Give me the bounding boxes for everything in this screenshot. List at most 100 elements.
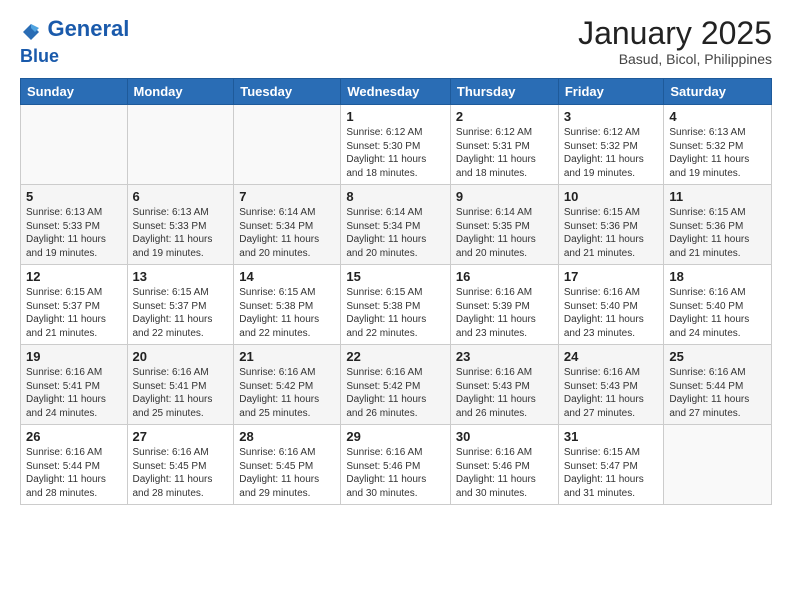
day-info: Sunrise: 6:15 AMSunset: 5:36 PMDaylight:… — [669, 206, 766, 260]
calendar-week-row: 26Sunrise: 6:16 AMSunset: 5:44 PMDayligh… — [21, 425, 772, 505]
day-info: Sunrise: 6:16 AMSunset: 5:46 PMDaylight:… — [456, 446, 553, 500]
header-tuesday: Tuesday — [234, 79, 341, 105]
table-row: 12 Sunrise: 6:15 AMSunset: 5:37 PMDayligh… — [21, 265, 128, 345]
day-info: Sunrise: 6:14 AMSunset: 5:35 PMDaylight:… — [456, 206, 553, 260]
day-info: Sunrise: 6:16 AMSunset: 5:42 PMDaylight:… — [346, 366, 445, 420]
table-row: 6Sunrise: 6:13 AMSunset: 5:33 PMDaylight… — [127, 185, 234, 265]
day-info: Sunrise: 6:16 AMSunset: 5:39 PMDaylight:… — [456, 286, 553, 340]
header-sunday: Sunday — [21, 79, 128, 105]
day-number: 25 — [669, 349, 766, 364]
day-info: Sunrise: 6:16 AMSunset: 5:42 PMDaylight:… — [239, 366, 335, 420]
day-info: Sunrise: 6:14 AMSunset: 5:34 PMDaylight:… — [346, 206, 445, 260]
day-info: Sunrise: 6:13 AMSunset: 5:33 PMDaylight:… — [26, 206, 122, 260]
day-info: Sunrise: 6:15 AMSunset: 5:38 PMDaylight:… — [346, 286, 445, 340]
table-row: 29 Sunrise: 6:16 AMSunset: 5:46 PMDayligh… — [341, 425, 451, 505]
calendar-week-row: 5 Sunrise: 6:13 AMSunset: 5:33 PMDaylight… — [21, 185, 772, 265]
day-number: 7 — [239, 189, 335, 204]
day-info: Sunrise: 6:12 AMSunset: 5:31 PMDaylight:… — [456, 126, 553, 180]
day-info: Sunrise: 6:16 AMSunset: 5:44 PMDaylight:… — [26, 446, 122, 500]
table-row: 9 Sunrise: 6:14 AMSunset: 5:35 PMDaylight… — [450, 185, 558, 265]
table-row — [127, 105, 234, 185]
day-info: Sunrise: 6:16 AMSunset: 5:45 PMDaylight:… — [239, 446, 335, 500]
day-info: Sunrise: 6:16 AMSunset: 5:40 PMDaylight:… — [564, 286, 659, 340]
day-info: Sunrise: 6:16 AMSunset: 5:41 PMDaylight:… — [26, 366, 122, 420]
table-row: 19 Sunrise: 6:16 AMSunset: 5:41 PMDayligh… — [21, 345, 128, 425]
table-row: 11Sunrise: 6:15 AMSunset: 5:36 PMDayligh… — [664, 185, 772, 265]
table-row: 28 Sunrise: 6:16 AMSunset: 5:45 PMDayligh… — [234, 425, 341, 505]
day-number: 12 — [26, 269, 122, 284]
header-wednesday: Wednesday — [341, 79, 451, 105]
day-info: Sunrise: 6:16 AMSunset: 5:45 PMDaylight:… — [133, 446, 229, 500]
day-number: 13 — [133, 269, 229, 284]
day-info: Sunrise: 6:16 AMSunset: 5:40 PMDaylight:… — [669, 286, 766, 340]
table-row: 30 Sunrise: 6:16 AMSunset: 5:46 PMDayligh… — [450, 425, 558, 505]
day-number: 17 — [564, 269, 659, 284]
logo: GeneralBlue — [20, 16, 129, 68]
header-monday: Monday — [127, 79, 234, 105]
day-number: 15 — [346, 269, 445, 284]
day-number: 21 — [239, 349, 335, 364]
day-number: 14 — [239, 269, 335, 284]
calendar-body: 1Sunrise: 6:12 AMSunset: 5:30 PMDaylight… — [21, 105, 772, 505]
header-thursday: Thursday — [450, 79, 558, 105]
table-row: 8 Sunrise: 6:14 AMSunset: 5:34 PMDaylight… — [341, 185, 451, 265]
table-row: 22 Sunrise: 6:16 AMSunset: 5:42 PMDayligh… — [341, 345, 451, 425]
day-number: 19 — [26, 349, 122, 364]
table-row: 25 Sunrise: 6:16 AMSunset: 5:44 PMDayligh… — [664, 345, 772, 425]
day-info: Sunrise: 6:15 AMSunset: 5:47 PMDaylight:… — [564, 446, 659, 500]
day-number: 4 — [669, 109, 766, 124]
day-number: 9 — [456, 189, 553, 204]
day-number: 3 — [564, 109, 659, 124]
table-row: 1Sunrise: 6:12 AMSunset: 5:30 PMDaylight… — [341, 105, 451, 185]
table-row: 24Sunrise: 6:16 AMSunset: 5:43 PMDayligh… — [558, 345, 664, 425]
table-row: 3 Sunrise: 6:12 AMSunset: 5:32 PMDaylight… — [558, 105, 664, 185]
day-info: Sunrise: 6:15 AMSunset: 5:38 PMDaylight:… — [239, 286, 335, 340]
day-info: Sunrise: 6:15 AMSunset: 5:37 PMDaylight:… — [26, 286, 122, 340]
header: GeneralBlue January 2025 Basud, Bicol, P… — [20, 16, 772, 68]
page: GeneralBlue January 2025 Basud, Bicol, P… — [0, 0, 792, 612]
table-row: 7 Sunrise: 6:14 AMSunset: 5:34 PMDaylight… — [234, 185, 341, 265]
table-row: 13 Sunrise: 6:15 AMSunset: 5:37 PMDayligh… — [127, 265, 234, 345]
day-number: 16 — [456, 269, 553, 284]
calendar-header-row: Sunday Monday Tuesday Wednesday Thursday… — [21, 79, 772, 105]
day-info: Sunrise: 6:12 AMSunset: 5:32 PMDaylight:… — [564, 126, 659, 180]
calendar-week-row: 12 Sunrise: 6:15 AMSunset: 5:37 PMDayligh… — [21, 265, 772, 345]
day-number: 6 — [133, 189, 229, 204]
day-info: Sunrise: 6:15 AMSunset: 5:37 PMDaylight:… — [133, 286, 229, 340]
table-row: 31 Sunrise: 6:15 AMSunset: 5:47 PMDayligh… — [558, 425, 664, 505]
day-number: 30 — [456, 429, 553, 444]
day-info: Sunrise: 6:13 AMSunset: 5:32 PMDaylight:… — [669, 126, 766, 180]
table-row — [664, 425, 772, 505]
table-row: 16 Sunrise: 6:16 AMSunset: 5:39 PMDayligh… — [450, 265, 558, 345]
table-row — [21, 105, 128, 185]
day-info: Sunrise: 6:16 AMSunset: 5:43 PMDaylight:… — [564, 366, 659, 420]
month-title: January 2025 — [578, 16, 772, 51]
day-info: Sunrise: 6:16 AMSunset: 5:43 PMDaylight:… — [456, 366, 553, 420]
title-block: January 2025 Basud, Bicol, Philippines — [578, 16, 772, 67]
day-info: Sunrise: 6:16 AMSunset: 5:44 PMDaylight:… — [669, 366, 766, 420]
location-subtitle: Basud, Bicol, Philippines — [578, 51, 772, 67]
day-info: Sunrise: 6:16 AMSunset: 5:46 PMDaylight:… — [346, 446, 445, 500]
day-number: 10 — [564, 189, 659, 204]
day-number: 8 — [346, 189, 445, 204]
day-info: Sunrise: 6:16 AMSunset: 5:41 PMDaylight:… — [133, 366, 229, 420]
day-number: 22 — [346, 349, 445, 364]
day-info: Sunrise: 6:14 AMSunset: 5:34 PMDaylight:… — [239, 206, 335, 260]
table-row: 4 Sunrise: 6:13 AMSunset: 5:32 PMDaylight… — [664, 105, 772, 185]
table-row: 5 Sunrise: 6:13 AMSunset: 5:33 PMDaylight… — [21, 185, 128, 265]
table-row: 14 Sunrise: 6:15 AMSunset: 5:38 PMDayligh… — [234, 265, 341, 345]
table-row: 26Sunrise: 6:16 AMSunset: 5:44 PMDayligh… — [21, 425, 128, 505]
day-number: 31 — [564, 429, 659, 444]
table-row: 27Sunrise: 6:16 AMSunset: 5:45 PMDayligh… — [127, 425, 234, 505]
day-number: 28 — [239, 429, 335, 444]
day-number: 20 — [133, 349, 229, 364]
day-number: 2 — [456, 109, 553, 124]
table-row: 10 Sunrise: 6:15 AMSunset: 5:36 PMDayligh… — [558, 185, 664, 265]
table-row: 2 Sunrise: 6:12 AMSunset: 5:31 PMDaylight… — [450, 105, 558, 185]
day-number: 1 — [346, 109, 445, 124]
day-number: 5 — [26, 189, 122, 204]
calendar-week-row: 19 Sunrise: 6:16 AMSunset: 5:41 PMDayligh… — [21, 345, 772, 425]
day-info: Sunrise: 6:15 AMSunset: 5:36 PMDaylight:… — [564, 206, 659, 260]
day-number: 29 — [346, 429, 445, 444]
day-number: 23 — [456, 349, 553, 364]
